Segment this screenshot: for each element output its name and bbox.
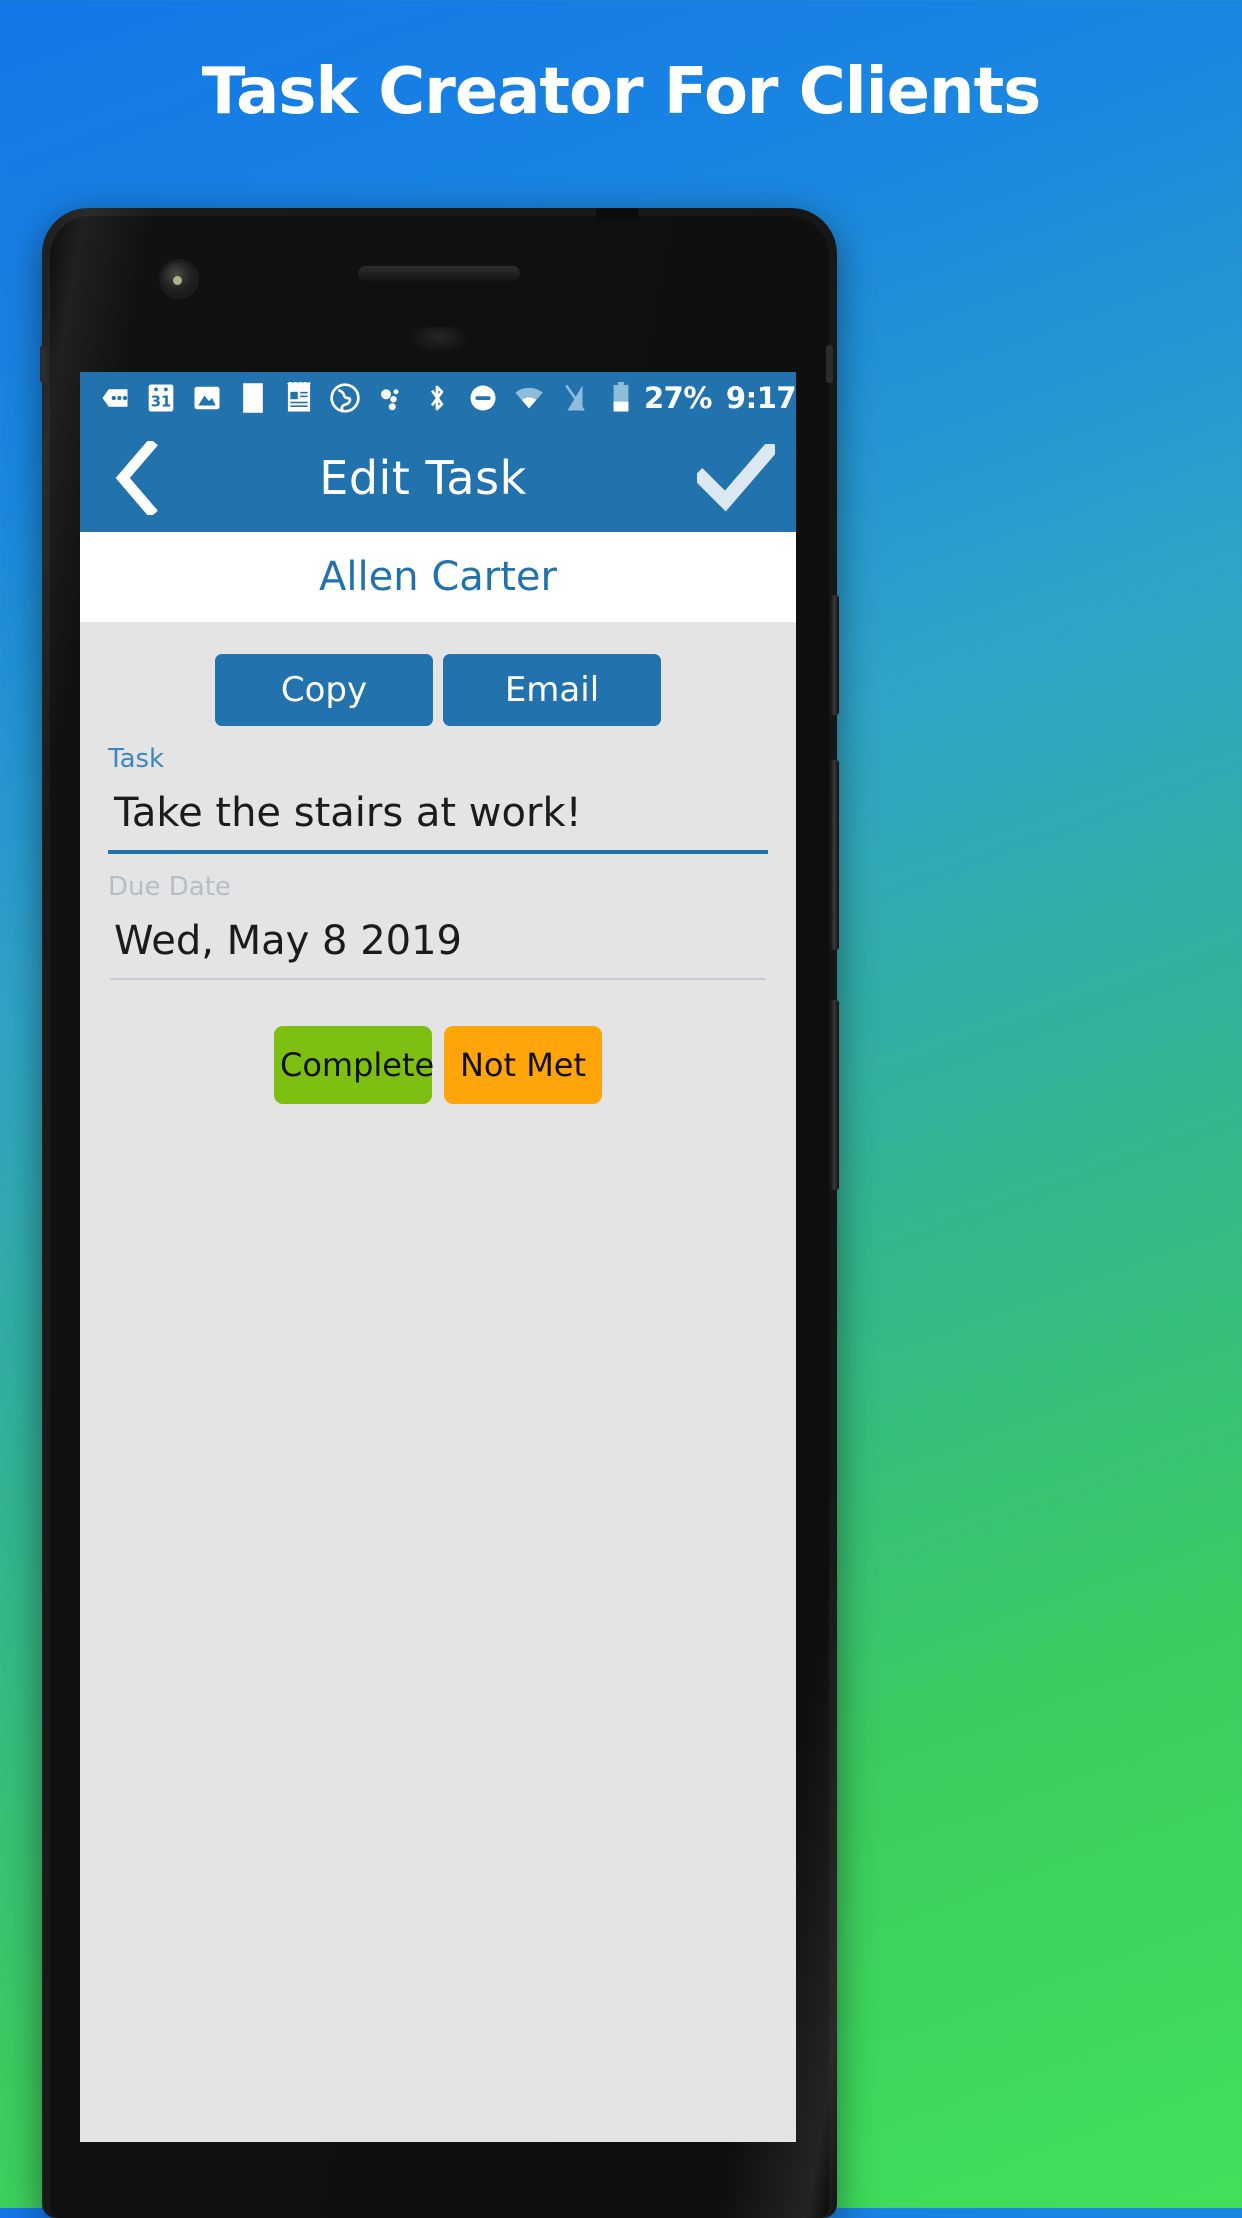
svg-text:31: 31	[151, 394, 172, 411]
phone-top-notch	[596, 208, 638, 220]
save-button[interactable]	[676, 424, 796, 532]
clock-label: 9:17	[725, 381, 796, 415]
complete-button[interactable]: Complete	[274, 1026, 434, 1104]
action-button-row: Copy Email	[80, 622, 796, 726]
client-name-band[interactable]: Allen Carter	[80, 532, 796, 622]
calendar-icon: 31	[138, 372, 184, 424]
chevron-left-icon	[115, 441, 158, 515]
due-date-field-label: Due Date	[108, 872, 231, 902]
proximity-sensor	[410, 327, 468, 353]
bluetooth-icon	[414, 372, 460, 424]
no-signal-icon	[552, 372, 598, 424]
battery-percent-label: 27%	[644, 381, 712, 415]
phone-volume-up-button	[830, 760, 839, 950]
messages-icon	[92, 372, 138, 424]
bubbles-icon	[368, 372, 414, 424]
notepad-icon	[276, 372, 322, 424]
wifi-icon	[506, 372, 552, 424]
page-title: Task Creator For Clients	[201, 55, 1042, 129]
task-input[interactable]: Take the stairs at work!	[108, 784, 768, 850]
copy-button[interactable]: Copy	[215, 654, 433, 726]
app-bar-title: Edit Task	[319, 451, 527, 505]
phone-screen: 31 27% 9:17 Edit Task Allen Carter Copy …	[80, 372, 796, 2142]
globe-icon	[322, 372, 368, 424]
battery-icon	[598, 372, 644, 424]
phone-power-button	[830, 595, 839, 715]
app-bar: Edit Task	[80, 424, 796, 532]
status-bar: 31 27% 9:17	[80, 372, 796, 424]
do-not-disturb-icon	[460, 372, 506, 424]
due-date-field-underline	[110, 978, 766, 980]
due-date-input[interactable]: Wed, May 8 2019	[108, 912, 768, 978]
photos-icon	[184, 372, 230, 424]
not-met-button[interactable]: Not Met	[444, 1026, 602, 1104]
front-camera-icon	[162, 262, 196, 296]
phone-volume-down-button	[830, 1000, 839, 1190]
task-field-underline	[108, 850, 768, 854]
due-date-field[interactable]: Due Date Wed, May 8 2019	[80, 874, 796, 980]
blank-page-icon	[230, 372, 276, 424]
client-name-label: Allen Carter	[319, 554, 557, 600]
email-button[interactable]: Email	[443, 654, 661, 726]
earpiece-speaker	[358, 266, 520, 281]
status-bar-system-info: 27% 9:17	[644, 381, 796, 415]
task-form: Copy Email Task Take the stairs at work!…	[80, 622, 796, 2142]
phone-side-notch-right	[826, 345, 833, 383]
task-field[interactable]: Task Take the stairs at work!	[80, 746, 796, 854]
check-icon	[697, 444, 775, 512]
task-field-label: Task	[108, 744, 165, 774]
status-bar-notification-icons: 31	[92, 372, 644, 424]
status-button-row: Complete Not Met	[80, 1026, 796, 1104]
phone-side-notch-left	[40, 345, 47, 383]
